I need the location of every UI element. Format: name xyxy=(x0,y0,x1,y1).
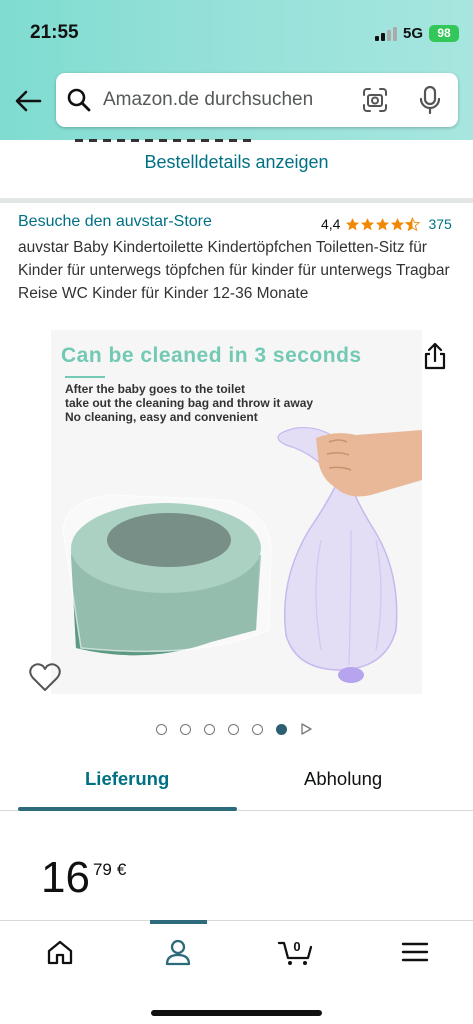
header: 21:55 5G 98 xyxy=(0,0,473,140)
pager-dot[interactable] xyxy=(156,723,167,735)
fulfillment-tabs: Lieferung Abholung xyxy=(0,760,473,812)
battery-icon: 98 xyxy=(429,25,459,42)
pager-dot-active[interactable] xyxy=(276,723,287,735)
tab-active-indicator xyxy=(18,807,237,811)
rating-value: 4,4 xyxy=(321,216,341,232)
cart-count: 0 xyxy=(293,939,300,954)
bottom-nav: 0 xyxy=(0,920,473,1024)
home-indicator xyxy=(151,1010,322,1016)
tab-pickup[interactable]: Abholung xyxy=(304,768,382,790)
image-pager[interactable] xyxy=(156,723,312,735)
heart-icon[interactable] xyxy=(28,662,62,694)
share-icon[interactable] xyxy=(422,341,448,371)
search-bar[interactable] xyxy=(56,73,458,127)
potty-illustration xyxy=(62,426,422,683)
tab-delivery[interactable]: Lieferung xyxy=(85,768,169,790)
product-price: 16 79 € xyxy=(41,852,126,904)
rating-summary[interactable]: 4,4 375 xyxy=(321,214,452,234)
status-time: 21:55 xyxy=(30,22,79,43)
section-divider xyxy=(0,198,473,203)
pager-dot[interactable] xyxy=(204,723,215,735)
camera-icon[interactable] xyxy=(361,86,389,114)
menu-icon[interactable] xyxy=(400,937,430,967)
price-fraction: 79 xyxy=(92,860,112,879)
store-link[interactable]: Besuche den auvstar-Store xyxy=(18,213,212,231)
clipped-text xyxy=(75,132,275,142)
star-icon xyxy=(361,217,375,230)
search-icon[interactable] xyxy=(66,87,92,113)
network-type: 5G xyxy=(403,25,424,42)
signal-icon xyxy=(375,27,397,41)
price-currency: € xyxy=(116,860,127,879)
rating-count[interactable]: 375 xyxy=(428,216,451,232)
product-image[interactable]: Can be cleaned in 3 seconds After the ba… xyxy=(51,330,422,694)
mic-icon[interactable] xyxy=(417,85,443,115)
search-input[interactable] xyxy=(103,73,343,127)
product-title: auvstar Baby Kindertoilette Kindertöpfch… xyxy=(18,239,450,302)
nav-active-indicator xyxy=(150,920,207,924)
price-whole: 16 xyxy=(41,853,90,902)
half-star-icon xyxy=(405,216,421,231)
home-icon[interactable] xyxy=(45,937,75,967)
status-bar: 21:55 5G 98 xyxy=(0,0,473,64)
back-arrow-icon[interactable] xyxy=(12,85,44,117)
pager-dot[interactable] xyxy=(252,723,263,735)
cart-icon[interactable]: 0 xyxy=(277,937,315,967)
battery-level: 98 xyxy=(437,26,451,40)
star-icon xyxy=(376,217,390,230)
account-icon[interactable] xyxy=(163,937,193,967)
star-icon xyxy=(391,217,405,230)
star-icon xyxy=(346,217,360,230)
pager-dot[interactable] xyxy=(180,723,191,735)
order-details-link[interactable]: Bestelldetails anzeigen xyxy=(0,152,473,173)
pager-dot[interactable] xyxy=(228,723,239,735)
play-icon[interactable] xyxy=(300,723,312,735)
star-rating xyxy=(345,216,421,232)
